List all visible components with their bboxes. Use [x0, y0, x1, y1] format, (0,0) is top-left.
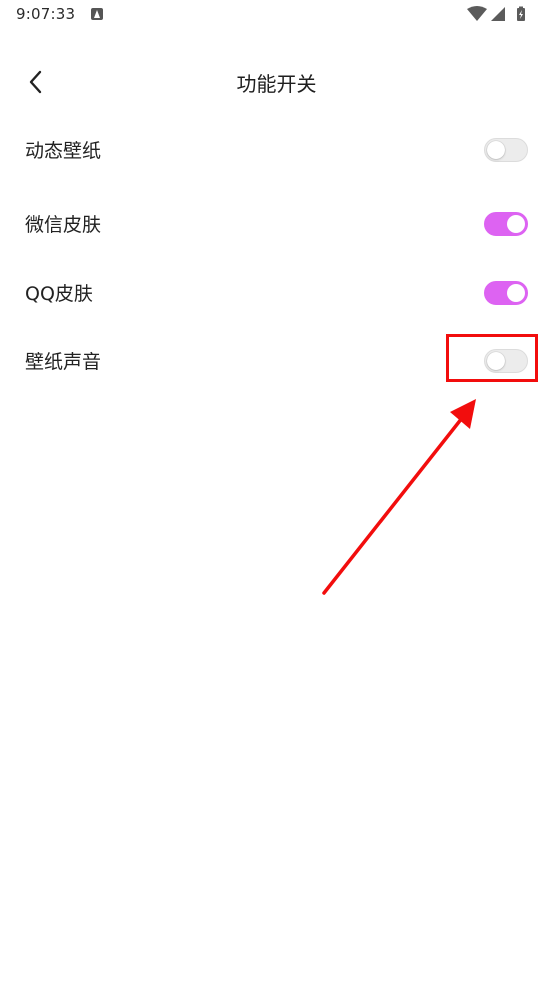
status-bar: 9:07:33 — [0, 0, 553, 32]
setting-row-wechat-skin: 微信皮肤 — [0, 196, 553, 252]
qq-skin-toggle[interactable] — [484, 281, 528, 305]
toggle-knob — [487, 141, 505, 159]
setting-label: QQ皮肤 — [25, 283, 93, 305]
status-icons-svg — [467, 6, 525, 21]
status-time: 9:07:33 — [16, 5, 76, 23]
setting-label: 微信皮肤 — [25, 214, 102, 236]
status-icons — [467, 6, 539, 22]
wechat-skin-toggle[interactable] — [484, 212, 528, 236]
signal-icon — [491, 7, 505, 21]
setting-label: 壁纸声音 — [25, 351, 102, 373]
wifi-icon — [467, 6, 487, 21]
toggle-knob — [507, 215, 525, 233]
text-notification-icon — [91, 8, 103, 20]
setting-label: 动态壁纸 — [25, 140, 102, 162]
function-switch-screen: 9:07:33 功能开关 动态壁纸 微信皮肤 QQ皮肤 壁纸声音 — [0, 0, 553, 984]
setting-row-qq-skin: QQ皮肤 — [0, 265, 553, 321]
header: 功能开关 — [0, 52, 553, 110]
page-title: 功能开关 — [236, 72, 317, 96]
battery-charging-icon — [517, 6, 525, 21]
setting-row-dynamic-wallpaper: 动态壁纸 — [0, 122, 553, 178]
annotation-highlight-box — [446, 334, 538, 382]
toggle-knob — [507, 284, 525, 302]
dynamic-wallpaper-toggle[interactable] — [484, 138, 528, 162]
